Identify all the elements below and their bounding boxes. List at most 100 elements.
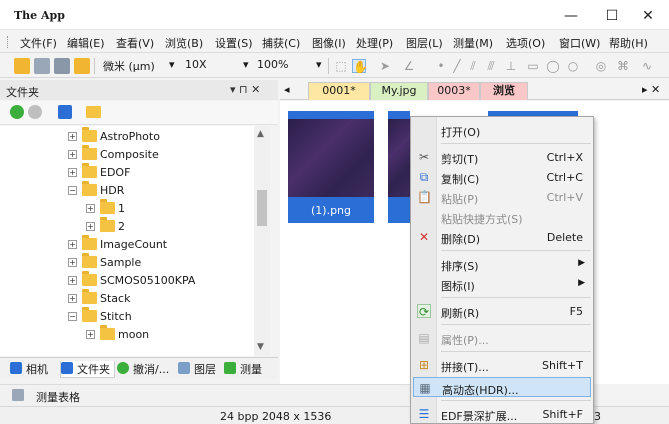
circle-icon[interactable]: ○: [566, 59, 580, 73]
menu-help[interactable]: 帮助(H): [609, 35, 648, 51]
tab-0003[interactable]: 0003*: [428, 82, 480, 100]
expand-icon[interactable]: +: [86, 330, 95, 339]
menu-stitch[interactable]: ⊞ 拼接(T)... Shift+T: [413, 355, 591, 375]
maximize-button[interactable]: ☐: [592, 5, 632, 27]
point-icon[interactable]: •: [434, 59, 448, 73]
expand-icon[interactable]: +: [68, 132, 77, 141]
menu-delete[interactable]: ✕ 删除(D) Delete: [413, 227, 591, 247]
collapse-icon[interactable]: −: [68, 312, 77, 321]
measure-table-label[interactable]: 测量表格: [36, 389, 80, 405]
tabs-scroll-left-icon[interactable]: ◂: [284, 83, 290, 96]
menu-cut[interactable]: ✂ 剪切(T) Ctrl+X: [413, 147, 591, 167]
scroll-down-icon[interactable]: ▼: [257, 342, 264, 352]
scrollbar-thumb[interactable]: [257, 190, 267, 226]
close-button[interactable]: ✕: [628, 5, 668, 27]
perpendicular-icon[interactable]: ⊥: [504, 59, 518, 73]
menu-icons[interactable]: 图标(I) ▶: [413, 274, 591, 294]
menu-window[interactable]: 窗口(W): [559, 35, 600, 51]
menu-paste-shortcut[interactable]: 粘贴快捷方式(S): [413, 207, 591, 227]
tab-layers[interactable]: 图层: [178, 361, 216, 378]
menu-paste[interactable]: 📋 粘贴(P) Ctrl+V: [413, 187, 591, 207]
curve-icon[interactable]: ∿: [640, 59, 654, 73]
menu-process[interactable]: 处理(P): [356, 35, 393, 51]
tree-item-composite[interactable]: + Composite: [0, 145, 250, 164]
polygon-icon[interactable]: ⌘: [616, 59, 630, 73]
tab-browse[interactable]: 浏览: [480, 82, 528, 100]
menu-hdr[interactable]: ▦ 高动态(HDR)...: [413, 377, 591, 397]
expand-icon[interactable]: +: [68, 240, 77, 249]
unit-dropdown-icon[interactable]: ▾: [169, 58, 175, 74]
save-all-icon[interactable]: [54, 58, 70, 74]
menu-measure[interactable]: 测量(M): [453, 35, 493, 51]
menu-capture[interactable]: 捕获(C): [262, 35, 300, 51]
tree-item-hdr[interactable]: − HDR: [0, 181, 250, 200]
menu-file[interactable]: 文件(F): [20, 35, 57, 51]
tree-item-imagecount[interactable]: + ImageCount: [0, 235, 250, 254]
scroll-up-icon[interactable]: ▲: [257, 129, 264, 139]
grip-icon[interactable]: [7, 36, 9, 48]
tree-item-sample[interactable]: + Sample: [0, 253, 250, 272]
menu-options[interactable]: 选项(O): [506, 35, 545, 51]
menu-properties[interactable]: ▤ 属性(P)...: [413, 328, 591, 348]
tree-item-astrophoto[interactable]: + AstroPhoto: [0, 127, 250, 146]
menu-refresh[interactable]: ⟳ 刷新(R) F5: [413, 301, 591, 321]
tab-undo[interactable]: 撤消/...: [117, 361, 169, 378]
hand-tool-icon[interactable]: ✋: [352, 59, 368, 74]
tab-0001[interactable]: 0001*: [308, 82, 370, 100]
objective-dropdown-icon[interactable]: ▾: [243, 58, 249, 74]
expand-icon[interactable]: +: [86, 204, 95, 213]
menu-open[interactable]: 打开(O): [413, 120, 591, 140]
save-icon[interactable]: [34, 58, 50, 74]
forward-icon[interactable]: [28, 105, 42, 119]
expand-icon[interactable]: +: [68, 276, 77, 285]
expand-icon[interactable]: +: [68, 150, 77, 159]
tree-item-scmos[interactable]: + SCMOS05100KPA: [0, 271, 250, 290]
menu-browse[interactable]: 浏览(B): [165, 35, 203, 51]
menu-settings[interactable]: 设置(S): [215, 35, 253, 51]
menu-sort[interactable]: 排序(S) ▶: [413, 254, 591, 274]
tab-camera[interactable]: 相机: [10, 361, 48, 378]
expand-icon[interactable]: +: [68, 294, 77, 303]
thumbnail[interactable]: [388, 111, 410, 223]
tree-item-stack[interactable]: + Stack: [0, 289, 250, 308]
menu-view[interactable]: 查看(V): [116, 35, 154, 51]
multi-line-icon[interactable]: ⫻: [484, 59, 498, 73]
tree-scrollbar[interactable]: ▲ ▼: [254, 126, 270, 356]
menu-edit[interactable]: 编辑(E): [67, 35, 105, 51]
back-icon[interactable]: [10, 105, 24, 119]
tree-item-edof[interactable]: + EDOF: [0, 163, 250, 182]
expand-icon[interactable]: +: [68, 258, 77, 267]
folder-icon[interactable]: [74, 58, 90, 74]
select-rect-icon[interactable]: ⬚: [334, 59, 348, 73]
tab-folder[interactable]: 文件夹: [60, 361, 115, 378]
tree-item-hdr-2[interactable]: + 2: [0, 217, 250, 236]
tab-myjpg[interactable]: My.jpg: [370, 82, 428, 100]
ellipse-icon[interactable]: ◯: [546, 59, 560, 73]
concentric-icon[interactable]: ◎: [594, 59, 608, 73]
open-folder-icon[interactable]: [14, 58, 30, 74]
menu-edf[interactable]: ☰ EDF景深扩展... Shift+F: [413, 404, 591, 424]
line-icon[interactable]: ╱: [450, 59, 464, 73]
tree-item-moon[interactable]: + moon: [0, 325, 250, 344]
tree-item-stitch[interactable]: − Stitch: [0, 307, 250, 326]
menu-layer[interactable]: 图层(L): [406, 35, 443, 51]
minimize-button[interactable]: —: [551, 5, 591, 27]
expand-icon[interactable]: +: [68, 168, 77, 177]
pointer-icon[interactable]: ➤: [378, 59, 392, 73]
thumbnail[interactable]: (1).png: [288, 111, 374, 223]
collapse-icon[interactable]: −: [68, 186, 77, 195]
rectangle-icon[interactable]: ▭: [526, 59, 540, 73]
menu-copy[interactable]: ⧉ 复制(C) Ctrl+C: [413, 167, 591, 187]
objective-select[interactable]: 10X: [185, 58, 207, 74]
tabs-nav-right[interactable]: ▸ ✕: [642, 83, 660, 96]
panel-controls[interactable]: ▾ ⊓ ✕: [230, 83, 260, 96]
unit-select[interactable]: 微米 (μm): [103, 58, 155, 74]
new-folder-icon[interactable]: [86, 106, 101, 118]
zoom-dropdown-icon[interactable]: ▾: [316, 58, 322, 74]
zoom-select[interactable]: 100%: [257, 58, 288, 74]
tab-measure[interactable]: 测量: [224, 361, 262, 378]
expand-icon[interactable]: +: [86, 222, 95, 231]
tree-item-hdr-1[interactable]: + 1: [0, 199, 250, 218]
parallel-icon[interactable]: ⫽: [466, 59, 480, 73]
angle-icon[interactable]: ∠: [402, 59, 416, 73]
